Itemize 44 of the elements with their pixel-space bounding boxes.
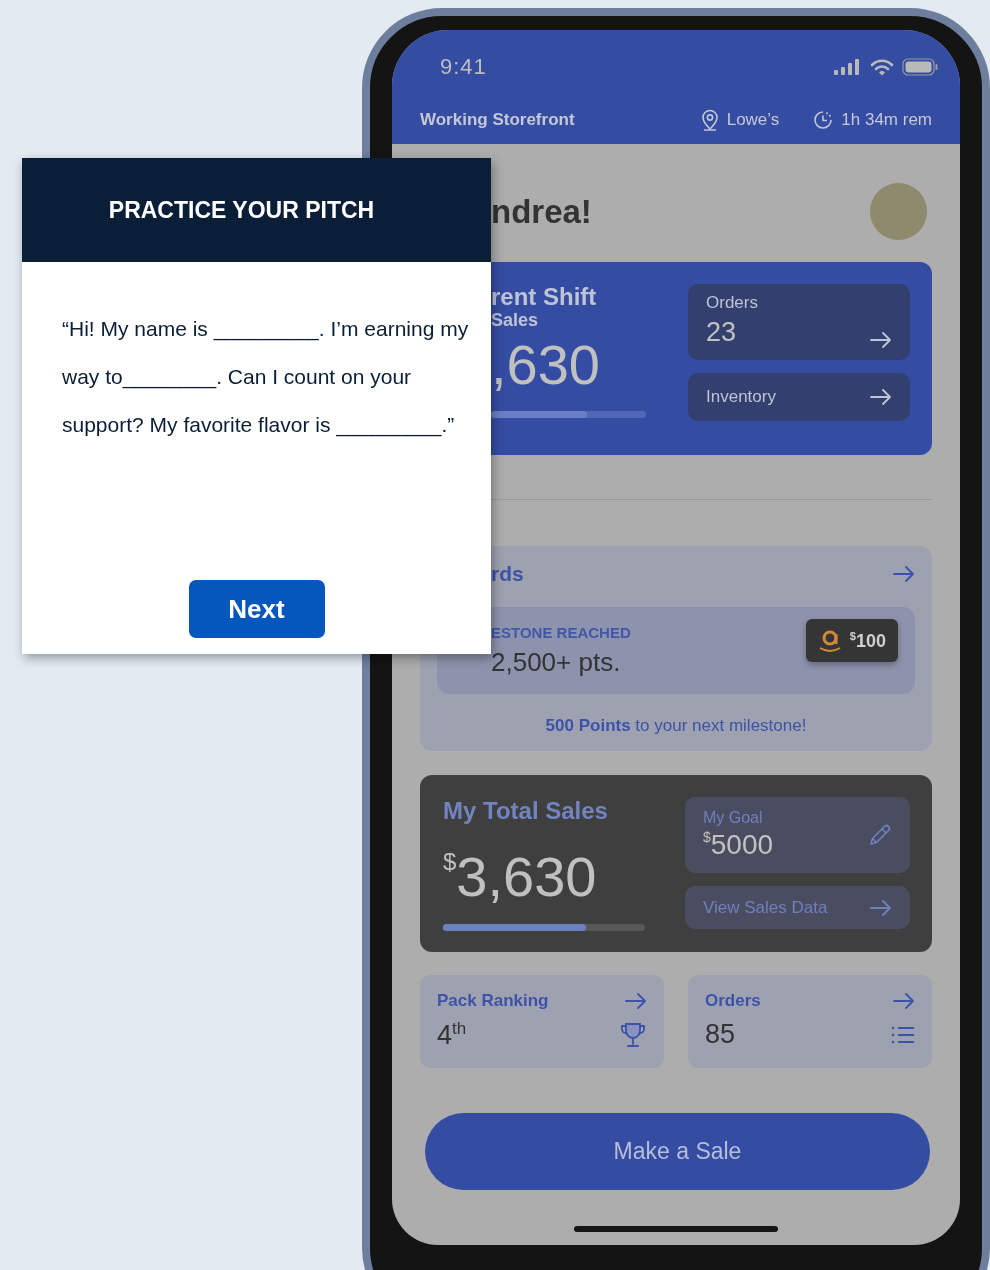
status-time: 9:41: [440, 54, 487, 80]
stat-value: 85: [705, 1019, 736, 1050]
goal-label: My Goal: [703, 809, 763, 827]
arrow-right-icon: [870, 332, 892, 348]
timer-icon: [813, 110, 834, 130]
signal-icon: [834, 59, 862, 75]
goal-amount: $^{$}$5000: [703, 829, 774, 861]
make-a-sale-button[interactable]: Make a Sale: [425, 1113, 930, 1190]
stat-label: Orders: [705, 991, 761, 1011]
stat-card[interactable]: Pack Ranking 4$^{th}$: [420, 975, 664, 1068]
time-remaining: 1h 34m rem: [841, 110, 932, 130]
location-label: Lowe’s: [726, 110, 780, 130]
arrow-right-icon: [625, 993, 647, 1009]
arrow-right-icon: [893, 993, 915, 1009]
milestone-points: 2,500+ pts.: [491, 646, 622, 678]
avatar-photo-placeholder[interactable]: [870, 183, 927, 240]
stat-card[interactable]: Orders 85: [688, 975, 932, 1068]
milestone-label: ESTONE REACHED: [491, 623, 631, 641]
reward-amount: $^{$}$100: [849, 629, 886, 652]
milestone-message: 500 Points to your next milestone!: [545, 716, 807, 736]
dialog-title: PRACTICE YOUR PITCH: [108, 196, 375, 224]
arrow-right-icon: [870, 899, 892, 916]
card-title: My Total Sales: [443, 797, 609, 825]
inventory-tile[interactable]: Inventory: [688, 373, 910, 421]
arrow-right-icon: [870, 389, 892, 405]
card-title: rent Shift: [491, 284, 598, 310]
arrow-right-icon[interactable]: [893, 566, 915, 582]
list-icon: [891, 1024, 915, 1045]
pencil-icon[interactable]: [868, 823, 892, 847]
stat-label: Pack Ranking: [437, 991, 549, 1011]
location-pin-icon: [700, 109, 719, 131]
battery-icon: [902, 58, 938, 76]
sales-amount: $^{$}$3,630: [443, 844, 598, 910]
next-button[interactable]: Next: [188, 580, 325, 638]
sales-amount: ,630: [491, 333, 601, 397]
greeting-text: ndrea!: [491, 192, 592, 231]
wifi-icon: [870, 58, 894, 76]
stat-value: 4$^{th}$: [437, 1019, 467, 1051]
orders-tile[interactable]: Orders 23: [688, 284, 910, 360]
shift-title: Working Storefront: [420, 110, 575, 130]
card-title: rds: [491, 562, 524, 586]
card-subtitle: Sales: [491, 310, 540, 331]
pitch-text: “Hi! My name is _________. I’m earning my way to________. Can I count on your support? My favorite flavor is _________.”: [62, 316, 470, 439]
trophy-icon: [619, 1022, 647, 1048]
